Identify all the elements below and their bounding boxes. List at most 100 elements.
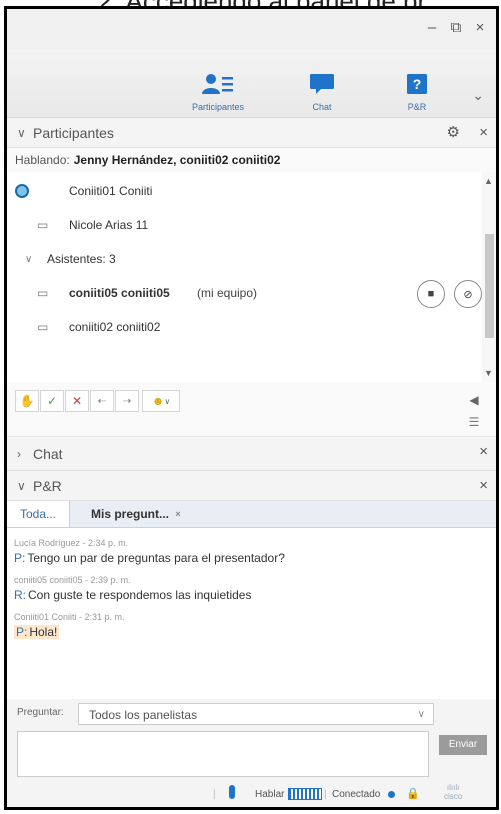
qa-toolbar-button[interactable]: ? P&R [382,73,452,112]
title-bar: – ⧉ × [7,9,496,49]
participant-row[interactable]: ▭ Nicole Arias 11 [7,208,480,242]
qa-tabs: Toda... Mis pregunt... × [7,501,496,528]
chevron-down-icon: ∨ [164,396,171,406]
ask-label: Preguntar: [17,707,64,718]
close-window-button[interactable]: × [470,19,490,36]
answer-prefix: R: [14,588,26,602]
go-faster-button[interactable]: ⇢ [115,390,139,412]
raise-hand-button[interactable]: ✋ [15,390,39,412]
participant-row[interactable]: ▭ coniiti02 coniiti02 [7,310,480,344]
speaking-indicator: Hablando: Jenny Hernández, coniiti02 con… [7,148,496,172]
qa-message-meta: coniiti05 coniiti05 - 2:39 p. m. [14,575,131,585]
qa-toolbar-label: P&R [407,102,427,112]
participants-section-header[interactable]: ∨ Participantes ⚙ × [7,118,496,148]
participant-self-tag: (mi equipo) [197,286,258,300]
chat-toolbar-label: Chat [312,102,332,112]
ask-target-value: Todos los panelistas [89,708,198,722]
qa-message-text: Hola! [29,625,58,639]
emoji-menu-button[interactable]: ☻ ∨ [142,390,180,412]
minimize-button[interactable]: – [422,19,442,36]
cisco-logo-bars: ılıılı [446,783,460,792]
chat-section-header[interactable]: › Chat × [7,437,496,471]
participant-name: coniiti05 coniiti05 [69,286,170,300]
question-icon: ? [407,74,427,94]
chevron-down-icon: ∨ [17,478,26,493]
close-tab-icon[interactable]: × [175,509,180,519]
chat-section-title: Chat [33,445,63,462]
scroll-up-icon[interactable]: ▲ [484,176,493,186]
qa-message-text: Con guste te respondemos las inquietides [28,588,252,602]
slower-icon: ⇠ [97,395,107,407]
audio-options-button[interactable]: ◀ [463,390,485,410]
chat-toolbar-button[interactable]: Chat [287,73,357,112]
qa-message: Coniiti01 Coniiti - 2:31 p. m. P: Hola! [14,612,489,639]
close-qa-icon[interactable]: × [479,477,488,494]
attendees-group-row[interactable]: ∨ Asistentes: 3 [7,242,480,276]
qa-message-text: Tengo un par de preguntas para el presen… [27,551,285,565]
participant-row[interactable]: ▭ coniiti05 coniiti05 (mi equipo) [7,276,480,310]
computer-icon: ▭ [37,218,49,232]
question-prefix: P: [14,551,26,565]
talk-label: Hablar [255,789,285,800]
participant-list-scrollbar[interactable]: ▲ ▼ [482,172,496,382]
feedback-toolbar: ✋ ✓ ✕ ⇠ ⇢ ☻ ∨ ◀ ☰ [7,382,496,437]
qa-message-meta: Lucía Rodríguez - 2:34 p. m. [14,538,129,548]
microphone-icon[interactable] [229,785,235,799]
no-button[interactable]: ✕ [65,390,89,412]
chat-bubble-icon [310,74,334,94]
close-participants-icon[interactable]: × [479,124,488,141]
tab-my-questions[interactable]: Mis pregunt... × [91,501,181,527]
divider: | [324,789,327,800]
list-icon: ☰ [468,415,480,429]
svg-text:?: ? [413,76,422,92]
go-slower-button[interactable]: ⇠ [90,390,114,412]
lock-icon: 🔒 [406,788,420,800]
speaker-icon: ◀ [469,393,479,407]
qa-compose-area: Preguntar: Todos los panelistas ∨ Enviar… [7,699,496,807]
participant-name: Nicole Arias 11 [69,218,149,232]
chevron-down-icon: ∨ [25,253,33,265]
host-presence-icon [15,184,29,198]
ask-target-select[interactable]: Todos los panelistas ∨ [78,703,434,725]
participant-row[interactable]: Coniiti01 Coniiti [7,174,480,208]
speaking-label: Hablando: [15,153,70,167]
check-icon: ✓ [46,394,58,408]
scroll-down-icon[interactable]: ▼ [484,368,493,378]
tab-label: Toda... [19,507,57,521]
cisco-logo-text: cisco [444,792,463,801]
qa-section-header[interactable]: ∨ P&R × [7,471,496,501]
gear-icon[interactable]: ⚙ [447,123,460,141]
chevron-down-icon: ∨ [17,125,26,140]
question-prefix: P: [16,625,28,639]
panel-toolbar: Participantes Chat ? P&R ⌄ [7,49,496,118]
participants-section-title: Participantes [33,124,114,141]
participants-toolbar-label: Participantes [191,102,245,112]
video-camera-icon: ■ [427,288,435,300]
participants-toolbar-button[interactable]: Participantes [183,73,253,112]
more-panels-chevron-icon[interactable]: ⌄ [472,87,484,104]
qa-section-title: P&R [33,477,62,494]
mute-microphone-button[interactable]: ⊘ [454,280,482,308]
yes-button[interactable]: ✓ [40,390,64,412]
qa-message: coniiti05 coniiti05 - 2:39 p. m. R: Con g… [14,575,489,602]
qa-message: Lucía Rodríguez - 2:34 p. m. P: Tengo un … [14,538,489,565]
computer-icon: ▭ [37,286,49,300]
list-options-button[interactable]: ☰ [463,412,485,432]
webex-panel-window: – ⧉ × Participantes Chat ? P&R ⌄ ∨ Parti… [4,6,499,810]
muted-microphone-icon: ⊘ [463,288,473,301]
restore-button[interactable]: ⧉ [446,19,466,36]
send-button[interactable]: Enviar [439,735,487,755]
video-camera-button[interactable]: ■ [417,280,445,308]
connected-indicator-icon [388,791,395,798]
tab-all-questions[interactable]: Toda... [7,501,70,527]
close-chat-icon[interactable]: × [479,443,488,460]
faster-icon: ⇢ [122,395,132,407]
computer-speaking-icon: ▭ [37,320,49,334]
qa-message-meta: Coniiti01 Coniiti - 2:31 p. m. [14,612,125,622]
audio-level-meter [288,788,322,800]
participant-name: coniiti02 coniiti02 [69,320,161,334]
scrollbar-thumb[interactable] [485,234,494,338]
emoji-icon: ☻ [151,394,165,408]
qa-message-list: Lucía Rodríguez - 2:34 p. m. P: Tengo un … [7,528,496,700]
question-textarea[interactable] [17,731,429,777]
